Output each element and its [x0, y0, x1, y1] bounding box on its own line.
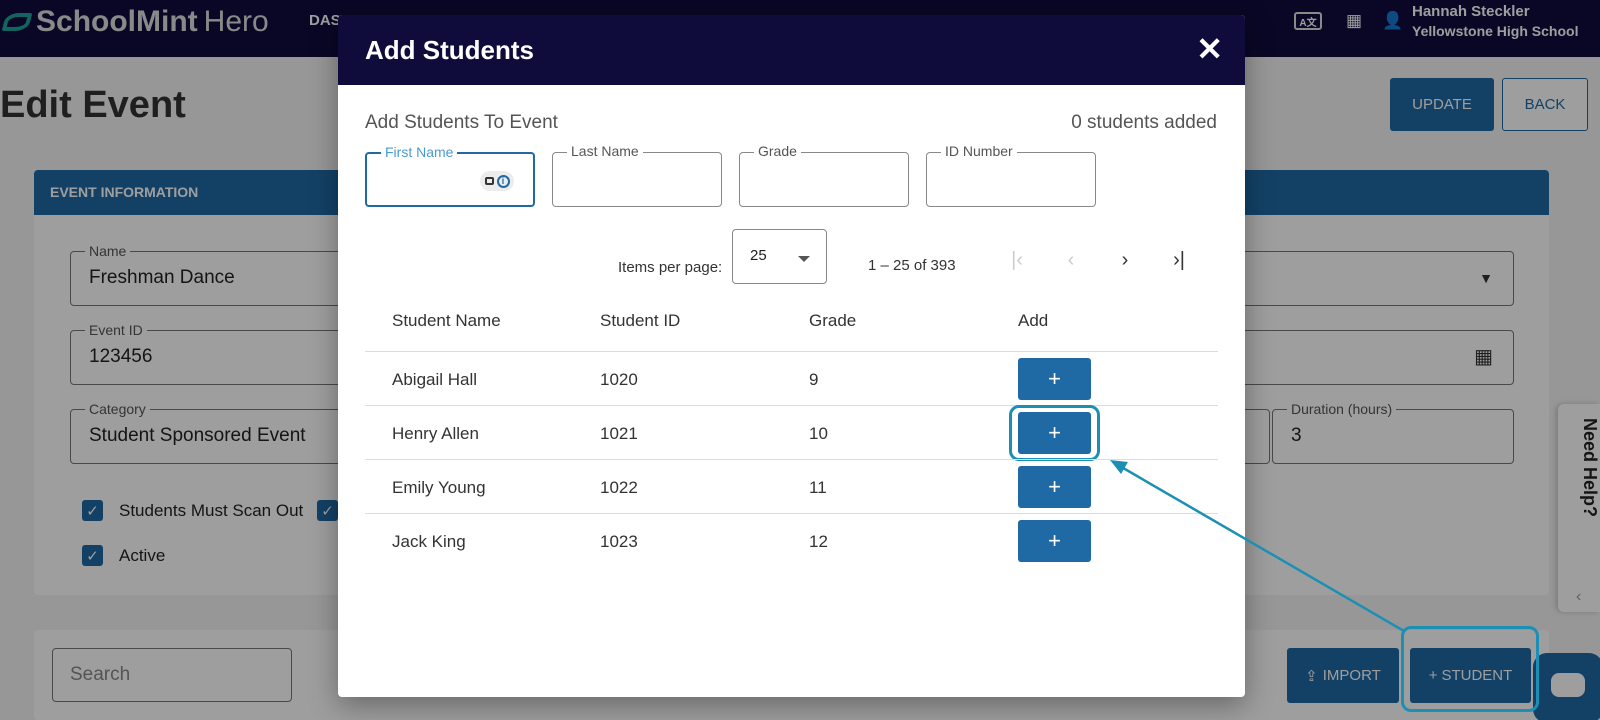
grade-cell: 10	[809, 424, 828, 443]
previous-page-icon[interactable]: ‹	[1056, 245, 1086, 275]
column-header-student-id[interactable]: Student ID	[600, 311, 680, 331]
first-page-icon[interactable]: |‹	[1002, 245, 1032, 275]
password-manager-icon[interactable]: i	[480, 171, 514, 191]
dialog-header: Add Students ✕	[338, 15, 1245, 85]
grade-cell: 12	[809, 532, 828, 551]
last-name-label: Last Name	[567, 143, 643, 159]
grade-label: Grade	[754, 143, 801, 159]
info-icon: i	[496, 174, 510, 188]
student-name-cell: Emily Young	[392, 478, 486, 497]
student-id-cell: 1021	[600, 424, 638, 443]
header-divider	[365, 351, 1218, 352]
items-per-page-label: Items per page:	[618, 259, 723, 276]
add-student-row-button[interactable]: +	[1018, 466, 1091, 508]
column-header-add: Add	[1018, 311, 1049, 330]
student-name-cell: Henry Allen	[392, 424, 479, 443]
id-number-label: ID Number	[941, 143, 1017, 159]
last-page-icon[interactable]: ›|	[1164, 245, 1194, 275]
dialog-title: Add Students	[365, 35, 534, 65]
page-size-value: 25	[750, 247, 767, 264]
page-range: 1 – 25 of 393	[868, 257, 956, 274]
students-added-count: 0 students added	[1071, 112, 1217, 133]
next-page-icon[interactable]: ›	[1110, 245, 1140, 275]
column-header-grade[interactable]: Grade	[809, 311, 856, 331]
grade-cell: 11	[809, 478, 827, 497]
dropdown-arrow-icon	[798, 256, 810, 262]
first-name-label: First Name	[381, 144, 458, 160]
add-student-row-button[interactable]: +	[1018, 520, 1091, 562]
student-name-cell: Abigail Hall	[392, 370, 478, 389]
grade-field[interactable]: Grade	[739, 143, 909, 207]
student-id-cell: 1022	[600, 478, 638, 497]
add-student-row-button[interactable]: +	[1018, 358, 1091, 400]
student-name-cell: Jack King	[392, 532, 466, 551]
row-divider	[365, 513, 1218, 514]
grade-cell: 9	[809, 370, 819, 389]
first-name-field[interactable]: First Name i	[365, 144, 535, 207]
items-per-page-select[interactable]: 25	[732, 229, 827, 284]
row-divider	[365, 459, 1218, 460]
column-header-student-name[interactable]: Student Name	[392, 311, 501, 331]
dialog-subtitle: Add Students To Event	[365, 112, 558, 133]
student-id-cell: 1023	[600, 532, 638, 551]
last-name-field[interactable]: Last Name	[552, 143, 722, 207]
add-students-dialog: Add Students ✕ Add Students To Event 0 s…	[338, 15, 1245, 697]
add-button-highlight	[1009, 405, 1100, 461]
id-number-field[interactable]: ID Number	[926, 143, 1096, 207]
student-id-cell: 1020	[600, 370, 638, 389]
student-button-highlight	[1401, 626, 1539, 712]
close-icon[interactable]: ✕	[1196, 31, 1223, 67]
lock-icon	[484, 177, 494, 185]
